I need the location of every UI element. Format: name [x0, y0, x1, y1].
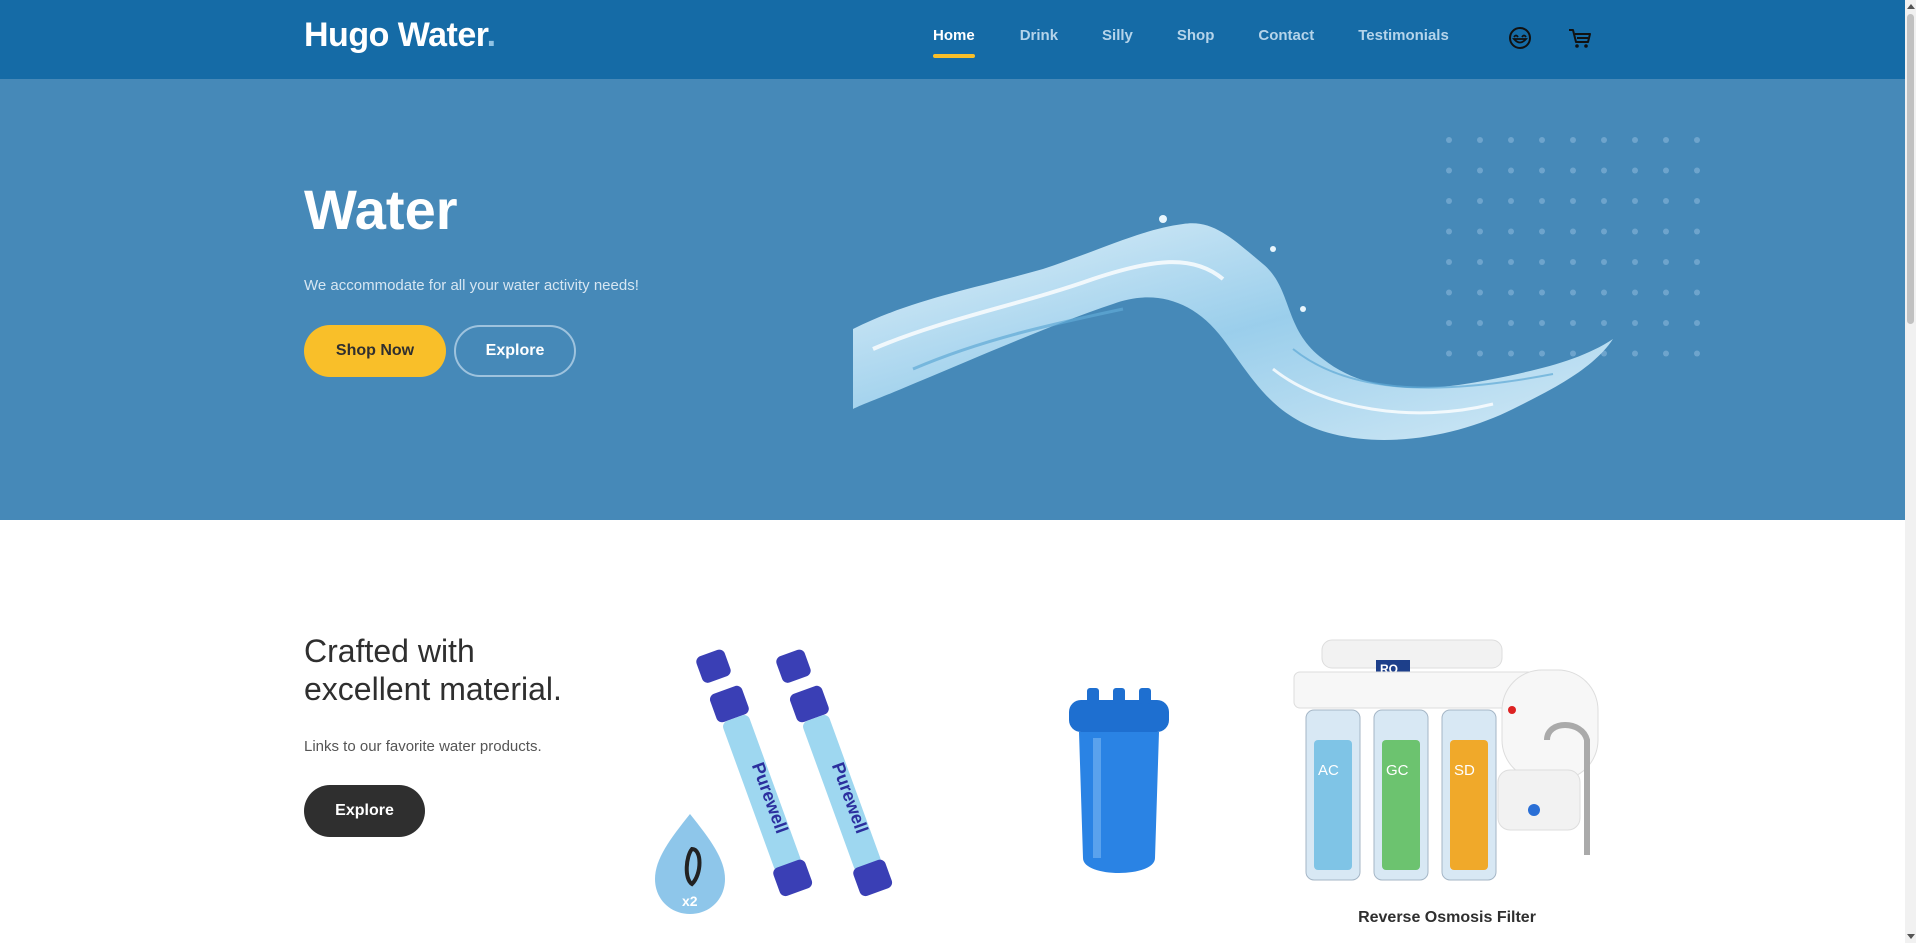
nav-home[interactable]: Home [933, 27, 975, 58]
profile-icon[interactable] [1507, 25, 1533, 51]
water-splash-image [853, 215, 1613, 440]
pattern-dot [1632, 350, 1638, 357]
pattern-dot [1539, 198, 1545, 204]
scroll-down-arrow[interactable] [1907, 934, 1915, 939]
pattern-dot [1539, 167, 1545, 174]
filter-ac-label: AC [1318, 762, 1339, 779]
hero-section: Water We accommodate for all your water … [0, 79, 1905, 520]
vertical-scrollbar[interactable] [1905, 0, 1916, 943]
product-name-reverse-osmosis[interactable]: Reverse Osmosis Filter [1292, 909, 1602, 927]
pattern-dot [1663, 320, 1669, 326]
pattern-dot [1477, 137, 1483, 143]
nav-silly[interactable]: Silly [1102, 27, 1133, 44]
pattern-dot [1694, 289, 1700, 296]
hero-title: Water [304, 178, 458, 241]
nav-drink[interactable]: Drink [1020, 27, 1058, 44]
pattern-dot [1570, 137, 1576, 143]
scroll-thumb[interactable] [1907, 14, 1914, 324]
logo-dot: . [486, 16, 496, 54]
filter-sd-label: SD [1454, 762, 1475, 779]
nav-testimonials[interactable]: Testimonials [1358, 27, 1449, 44]
pattern-dot [1663, 350, 1669, 357]
pattern-dot [1694, 259, 1700, 265]
pattern-dot [1632, 167, 1638, 174]
nav-shop[interactable]: Shop [1177, 27, 1215, 44]
purewell-filter-image[interactable]: x2 Purewell Purewell [650, 634, 925, 924]
pattern-dot [1477, 198, 1483, 204]
filter-gc-label: GC [1386, 762, 1409, 779]
products-title: Crafted with excellent material. [304, 633, 562, 707]
logo[interactable]: Hugo Water. [304, 16, 496, 55]
pattern-dot [1694, 137, 1700, 143]
pattern-dot [1477, 167, 1483, 174]
logo-text: Hugo Water [304, 16, 487, 54]
products-subtitle: Links to our favorite water products. [304, 738, 542, 755]
shop-now-button[interactable]: Shop Now [304, 325, 446, 377]
nav-contact[interactable]: Contact [1258, 27, 1314, 44]
products-explore-button[interactable]: Explore [304, 785, 425, 837]
site-header: Hugo Water. Home Drink Silly Shop Contac… [0, 0, 1905, 79]
pattern-dot [1632, 289, 1638, 296]
pattern-dot [1446, 167, 1452, 174]
pattern-dot [1694, 320, 1700, 326]
reverse-osmosis-system-image[interactable]: RO AC GC SD [1292, 630, 1602, 883]
hero-subtitle: We accommodate for all your water activi… [304, 277, 639, 294]
pattern-dot [1632, 198, 1638, 204]
scroll-up-arrow[interactable] [1907, 4, 1915, 9]
cart-icon[interactable] [1567, 25, 1593, 51]
pattern-dot [1601, 198, 1607, 204]
pattern-dot [1570, 167, 1576, 174]
main-nav: Home Drink Silly Shop Contact Testimonia… [933, 27, 1449, 58]
blue-filter-housing-image[interactable] [1067, 688, 1171, 886]
pattern-dot [1694, 167, 1700, 174]
pattern-dot [1694, 198, 1700, 204]
pattern-dot [1663, 228, 1669, 235]
pattern-dot [1632, 137, 1638, 143]
pattern-dot [1663, 167, 1669, 174]
pattern-dot [1446, 137, 1452, 143]
hero-explore-button[interactable]: Explore [454, 325, 576, 377]
pattern-dot [1539, 137, 1545, 143]
pattern-dot [1663, 137, 1669, 143]
pattern-dot [1632, 259, 1638, 265]
pattern-dot [1694, 350, 1700, 357]
pattern-dot [1632, 228, 1638, 235]
pattern-dot [1663, 259, 1669, 265]
pattern-dot [1694, 228, 1700, 235]
pattern-dot [1446, 198, 1452, 204]
pattern-dot [1601, 167, 1607, 174]
pattern-dot [1663, 198, 1669, 204]
quantity-badge: x2 [682, 893, 698, 909]
pattern-dot [1508, 167, 1514, 174]
pattern-dot [1570, 198, 1576, 204]
pattern-dot [1663, 289, 1669, 296]
pattern-dot [1601, 137, 1607, 143]
pattern-dot [1508, 198, 1514, 204]
pattern-dot [1508, 137, 1514, 143]
pattern-dot [1632, 320, 1638, 326]
